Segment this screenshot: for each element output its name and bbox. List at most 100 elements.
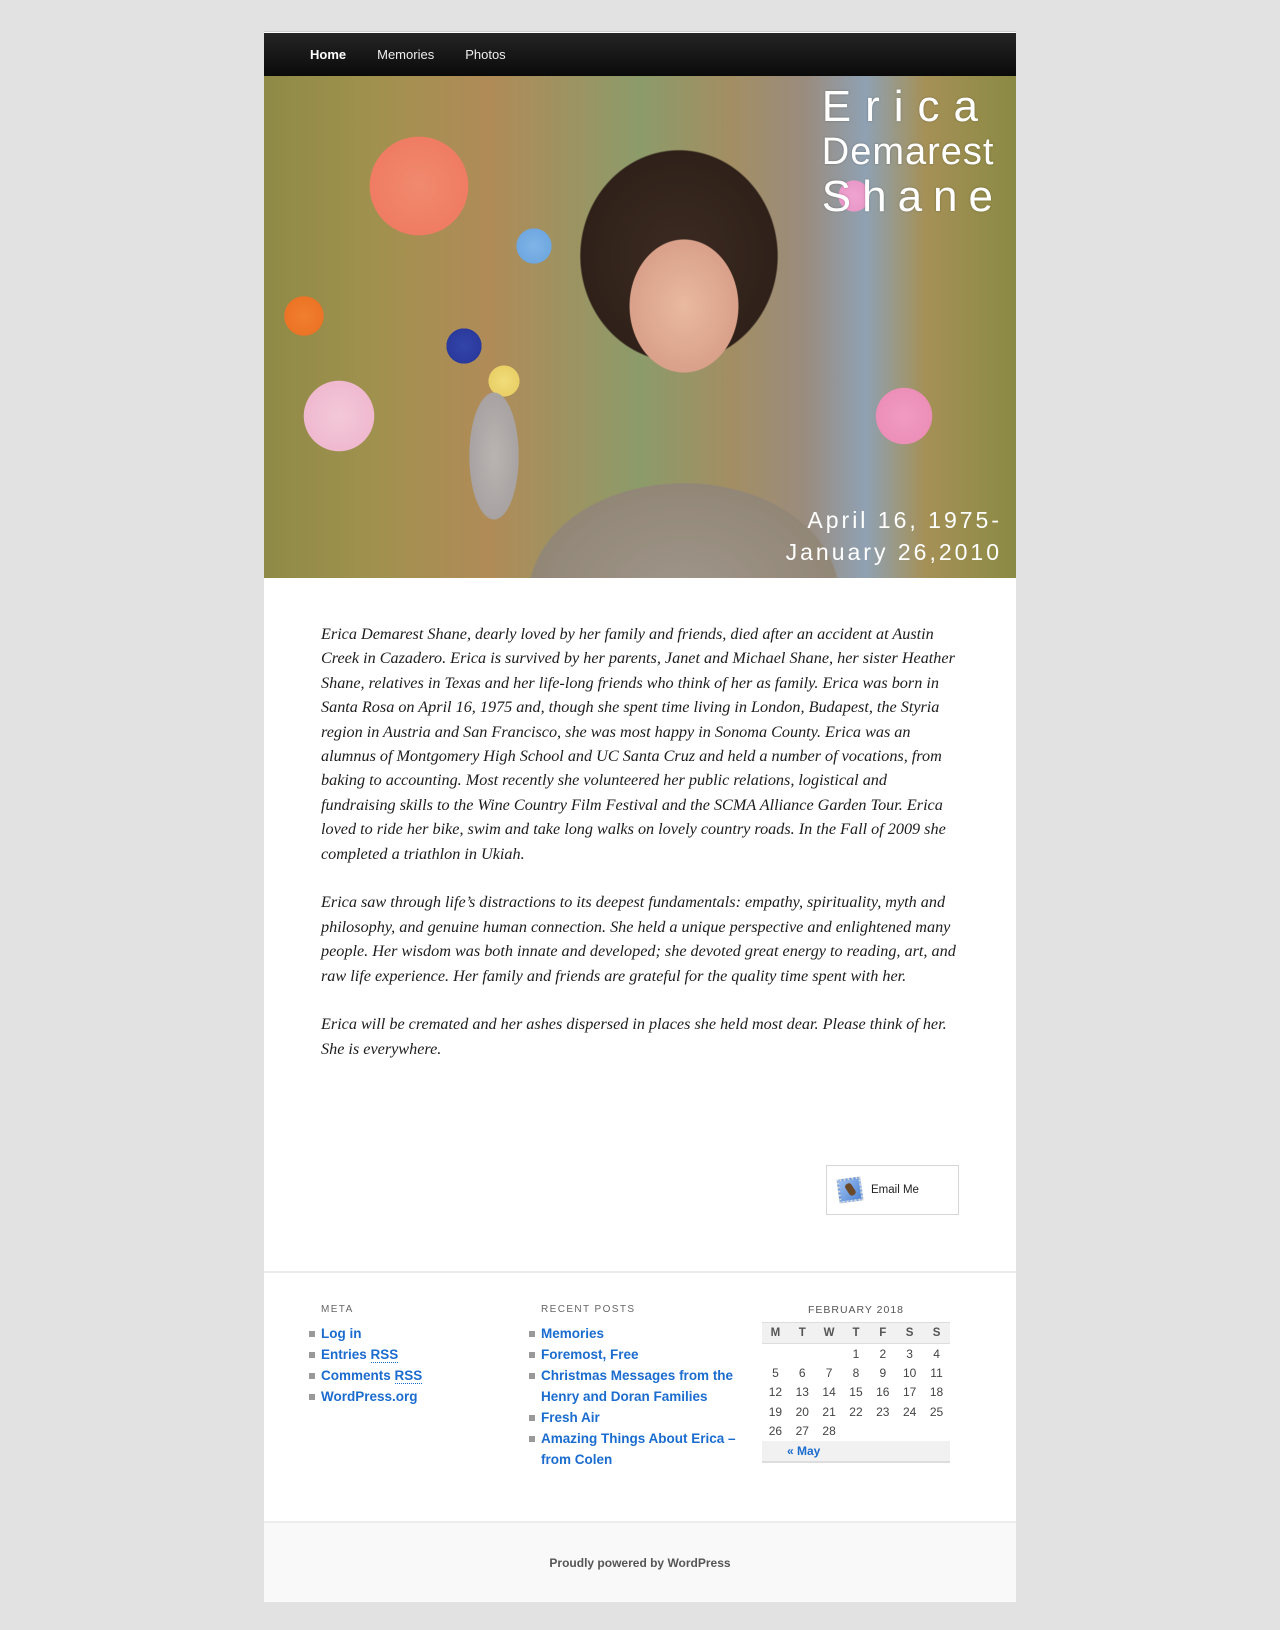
life-dates: April 16, 1975- January 26,2010: [786, 504, 1002, 568]
calendar-day: 3: [906, 1346, 913, 1361]
recent-post-item: Memories: [529, 1323, 736, 1344]
comments-rss-link[interactable]: Comments RSS: [321, 1368, 423, 1384]
calendar-empty-cell: [789, 1344, 816, 1364]
calendar-week: 26 27 28: [762, 1422, 950, 1442]
powered-by-link[interactable]: Proudly powered by WordPress: [549, 1556, 730, 1570]
recent-post-item: Amazing Things About Erica – from Colen: [529, 1428, 736, 1470]
email-me-label: Email Me: [871, 1184, 919, 1196]
calendar-day: 4: [933, 1346, 940, 1361]
calendar-widget: FEBRUARY 2018 MTWTFSS 1 2 3 4 5 6 7 8 9 10 11 12 13 1…: [762, 1304, 950, 1463]
calendar-day: 6: [798, 1365, 806, 1380]
calendar-day: 18: [929, 1385, 944, 1400]
calendar-day: 17: [902, 1385, 917, 1400]
recent-posts-title: Recent Posts: [541, 1304, 636, 1315]
rss-abbr: RSS: [394, 1368, 423, 1384]
obituary-content: Erica Demarest Shane, dearly loved by he…: [321, 622, 961, 1086]
calendar-week: 1 2 3 4: [762, 1344, 950, 1364]
calendar-caption: FEBRUARY 2018: [807, 1304, 905, 1316]
email-me-button[interactable]: Email Me: [826, 1165, 959, 1215]
calendar-empty-cell: [762, 1344, 789, 1364]
meta-item-wordpress: WordPress.org: [309, 1386, 491, 1407]
calendar-prev-month-link[interactable]: « May: [787, 1444, 820, 1458]
calendar-weekday: S: [896, 1322, 924, 1344]
calendar-weekday: W: [815, 1322, 843, 1344]
calendar-weekday: T: [842, 1322, 870, 1344]
calendar-day: 7: [825, 1365, 833, 1380]
calendar-weekday: T: [788, 1322, 816, 1344]
calendar-week: 12 13 14 15 16 17 18: [762, 1383, 950, 1403]
footer-divider: [264, 1271, 1016, 1273]
obituary-paragraph: Erica Demarest Shane, dearly loved by he…: [321, 625, 955, 863]
calendar-empty-cell: [869, 1422, 896, 1442]
calendar-day: 20: [795, 1404, 809, 1419]
login-link[interactable]: Log in: [321, 1326, 362, 1341]
nav-home[interactable]: Home: [310, 47, 346, 62]
calendar-day: 11: [930, 1365, 943, 1380]
calendar-day: 25: [929, 1404, 944, 1419]
title-first-name: Erica: [821, 82, 993, 131]
birth-date: April 16, 1975-: [807, 507, 1002, 533]
rss-abbr: RSS: [370, 1347, 399, 1363]
calendar-week: 19 20 21 22 23 24 25: [762, 1402, 950, 1422]
calendar-empty-cell: [843, 1422, 870, 1442]
title-last-name: Shane: [821, 172, 1004, 221]
death-date: January 26,2010: [785, 539, 1002, 565]
calendar-empty-cell: [896, 1422, 923, 1442]
wordpress-org-link[interactable]: WordPress.org: [321, 1389, 418, 1404]
calendar-day: 22: [849, 1404, 863, 1419]
calendar-day: 27: [795, 1424, 809, 1439]
calendar-day: 14: [822, 1385, 836, 1400]
calendar-empty-cell: [816, 1344, 843, 1364]
recent-post-link[interactable]: Amazing Things About Erica – from Colen: [541, 1431, 736, 1467]
page: Home Memories Photos Erica Demarest Shan…: [264, 31, 1016, 1602]
recent-post-link[interactable]: Memories: [541, 1326, 604, 1341]
meta-item-entries-rss: Entries RSS: [309, 1344, 491, 1365]
nav-memories[interactable]: Memories: [377, 47, 434, 62]
calendar-day: 9: [879, 1365, 887, 1380]
calendar-day: 19: [768, 1404, 783, 1419]
recent-post-link[interactable]: Foremost, Free: [541, 1347, 639, 1362]
calendar-day: 8: [852, 1365, 860, 1380]
calendar-week: 5 6 7 8 9 10 11: [762, 1363, 950, 1383]
calendar-day: 15: [849, 1385, 863, 1400]
calendar-day: 13: [795, 1385, 809, 1400]
entries-rss-link[interactable]: Entries RSS: [321, 1347, 399, 1363]
recent-post-link[interactable]: Christmas Messages from the Henry and Do…: [541, 1368, 733, 1404]
calendar-day: 23: [876, 1404, 890, 1419]
title-middle-name: Demarest: [821, 131, 995, 173]
recent-post-link[interactable]: Fresh Air: [541, 1410, 600, 1425]
calendar-weekday: M: [762, 1322, 789, 1344]
obituary-paragraph: Erica saw through life’s distractions to…: [321, 893, 956, 985]
calendar-empty-cell: [923, 1422, 950, 1442]
main-nav: Home Memories Photos: [264, 33, 1016, 76]
calendar-day: 28: [822, 1424, 836, 1439]
recent-posts-widget: Recent Posts Memories Foremost, Free Chr…: [529, 1304, 736, 1470]
calendar-day: 5: [772, 1365, 779, 1380]
mail-stamp-icon: [836, 1176, 864, 1204]
meta-widget: Meta Log in Entries RSS Comments RSS Wor…: [309, 1304, 491, 1407]
calendar-day: 26: [768, 1424, 783, 1439]
recent-post-item: Fresh Air: [529, 1407, 736, 1428]
calendar-day: 24: [902, 1404, 917, 1419]
calendar-day: 12: [768, 1385, 783, 1400]
calendar-day: 10: [902, 1365, 917, 1380]
obituary-paragraph: Erica will be cremated and her ashes dis…: [321, 1015, 947, 1058]
calendar-day: 2: [879, 1346, 887, 1361]
nav-photos[interactable]: Photos: [465, 47, 505, 62]
meta-widget-title: Meta: [321, 1304, 354, 1315]
site-title: Erica Demarest Shane: [822, 82, 1004, 222]
meta-item-comments-rss: Comments RSS: [309, 1365, 491, 1386]
header-image[interactable]: Erica Demarest Shane April 16, 1975- Jan…: [264, 76, 1016, 578]
calendar-weekday: S: [923, 1322, 950, 1344]
entries-rss-text: Entries: [321, 1347, 371, 1362]
recent-post-item: Foremost, Free: [529, 1344, 736, 1365]
meta-item-login: Log in: [309, 1323, 491, 1344]
calendar-table: MTWTFSS 1 2 3 4 5 6 7 8 9 10 11 12 13 14 15 16 17 18 19 20 2…: [762, 1322, 950, 1463]
calendar-day: 16: [876, 1385, 890, 1400]
calendar-weekday: F: [869, 1322, 897, 1344]
recent-post-item: Christmas Messages from the Henry and Do…: [529, 1365, 736, 1407]
site-footer: Proudly powered by WordPress: [264, 1521, 1016, 1602]
calendar-day: 21: [822, 1404, 836, 1419]
calendar-day: 1: [852, 1346, 860, 1361]
comments-rss-text: Comments: [321, 1368, 395, 1383]
